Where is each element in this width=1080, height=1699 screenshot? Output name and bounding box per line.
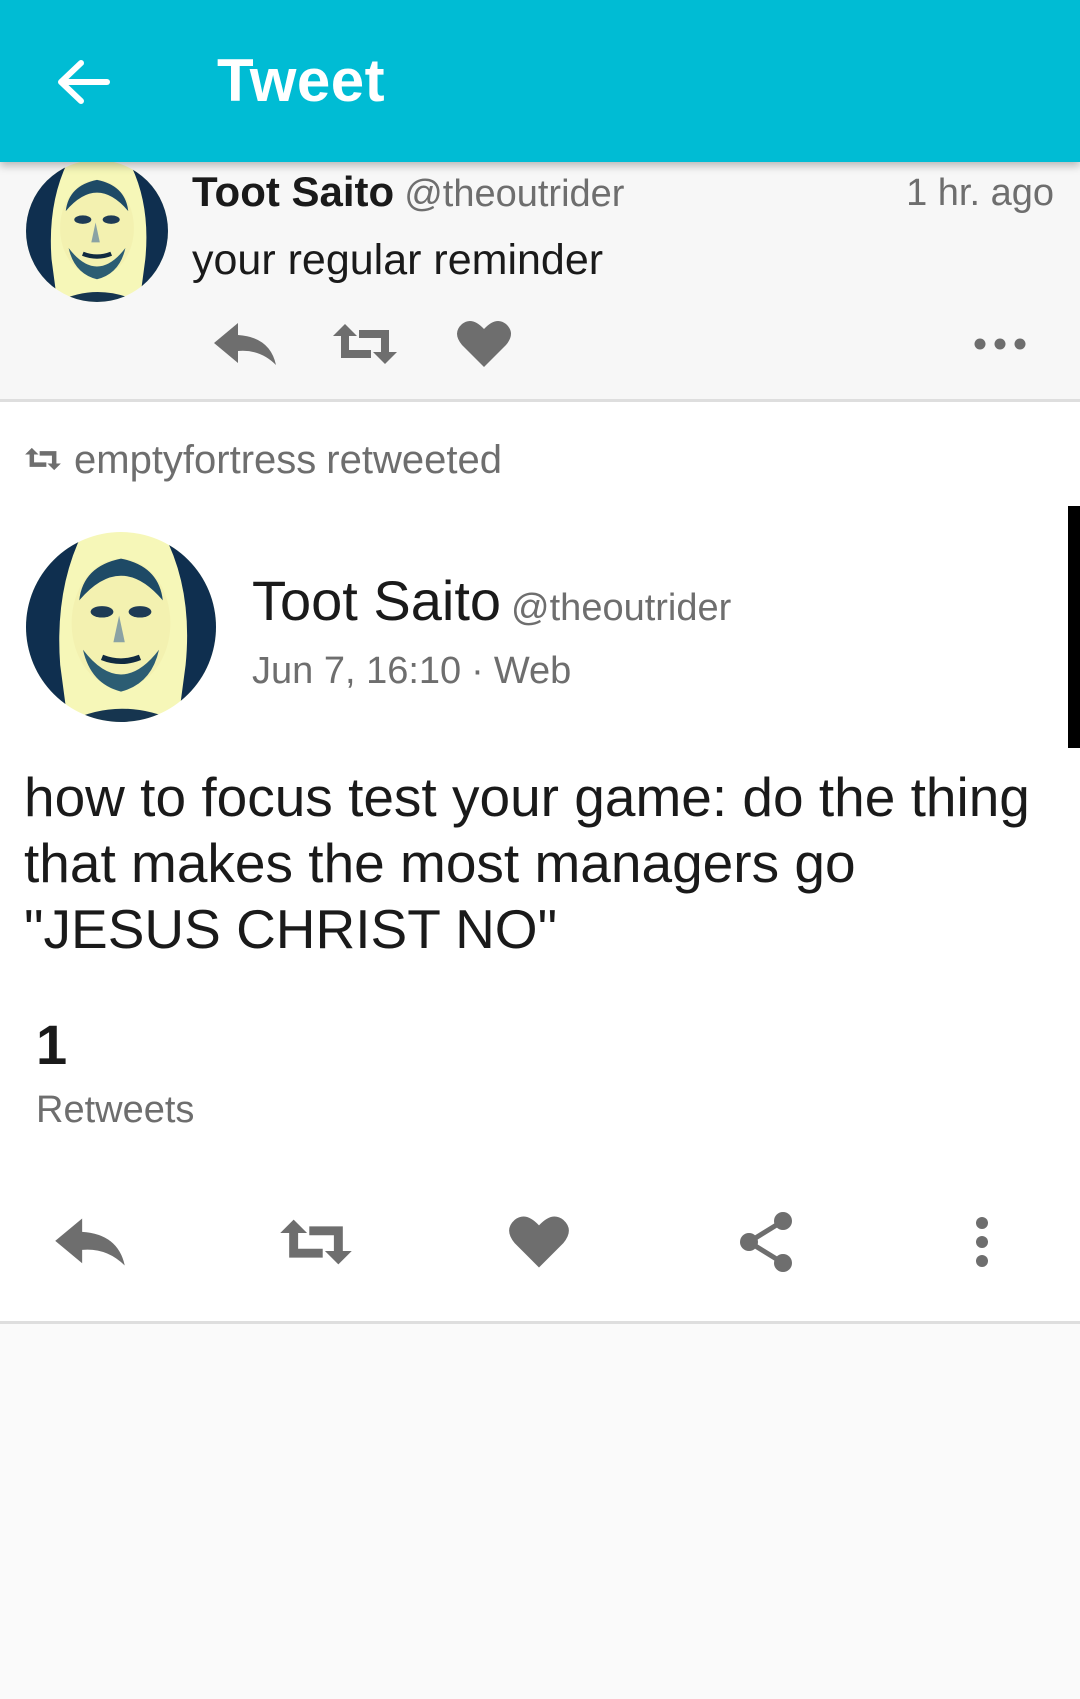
- reply-icon[interactable]: [50, 1202, 130, 1282]
- retweet-count: 1: [36, 1013, 68, 1076]
- tweet-time: 1 hr. ago: [906, 172, 1054, 214]
- retweet-icon: [24, 445, 62, 475]
- retweet-icon[interactable]: [276, 1202, 356, 1282]
- share-icon[interactable]: [734, 1202, 798, 1282]
- avatar[interactable]: [26, 162, 168, 302]
- tweet-text: your regular reminder: [192, 236, 604, 284]
- retweet-stats[interactable]: 1 Retweets: [36, 1012, 194, 1132]
- retweet-count-label: Retweets: [36, 1089, 195, 1131]
- reply-icon[interactable]: [210, 312, 280, 376]
- main-tweet: emptyfortress retweeted Toot Saito @theou…: [0, 402, 1080, 1324]
- arrow-back-icon[interactable]: [52, 50, 116, 114]
- author-name: Toot Saito @theoutrider: [192, 168, 624, 216]
- page-title: Tweet: [217, 47, 386, 114]
- author-handle: @theoutrider: [404, 173, 625, 215]
- heart-icon[interactable]: [506, 1202, 572, 1282]
- retweeted-label: retweeted: [326, 437, 502, 482]
- heart-icon[interactable]: [454, 312, 514, 376]
- tweet-meta: Jun 7, 16:10 · Web: [252, 650, 571, 693]
- more-horizontal-icon[interactable]: [970, 312, 1030, 376]
- retweet-icon[interactable]: [330, 312, 400, 376]
- retweeter-name[interactable]: emptyfortress: [74, 438, 316, 483]
- author-display-name: Toot Saito: [252, 569, 502, 632]
- tweet-source: Web: [493, 650, 572, 692]
- more-vertical-icon[interactable]: [962, 1202, 1002, 1282]
- author-handle: @theoutrider: [511, 587, 732, 629]
- avatar[interactable]: [26, 532, 216, 722]
- scrollbar[interactable]: [1068, 506, 1080, 748]
- app-bar: Tweet: [0, 0, 1080, 162]
- parent-tweet[interactable]: Toot Saito @theoutrider 1 hr. ago your re…: [0, 162, 1080, 402]
- retweeted-by[interactable]: emptyfortress retweeted: [24, 432, 502, 488]
- tweet-text: how to focus test your game: do the thin…: [24, 766, 1030, 960]
- tweet-date: Jun 7, 16:10: [252, 650, 462, 692]
- author-display-name: Toot Saito: [192, 168, 395, 215]
- meta-separator: ·: [471, 650, 484, 692]
- author-name[interactable]: Toot Saito @theoutrider: [252, 568, 731, 633]
